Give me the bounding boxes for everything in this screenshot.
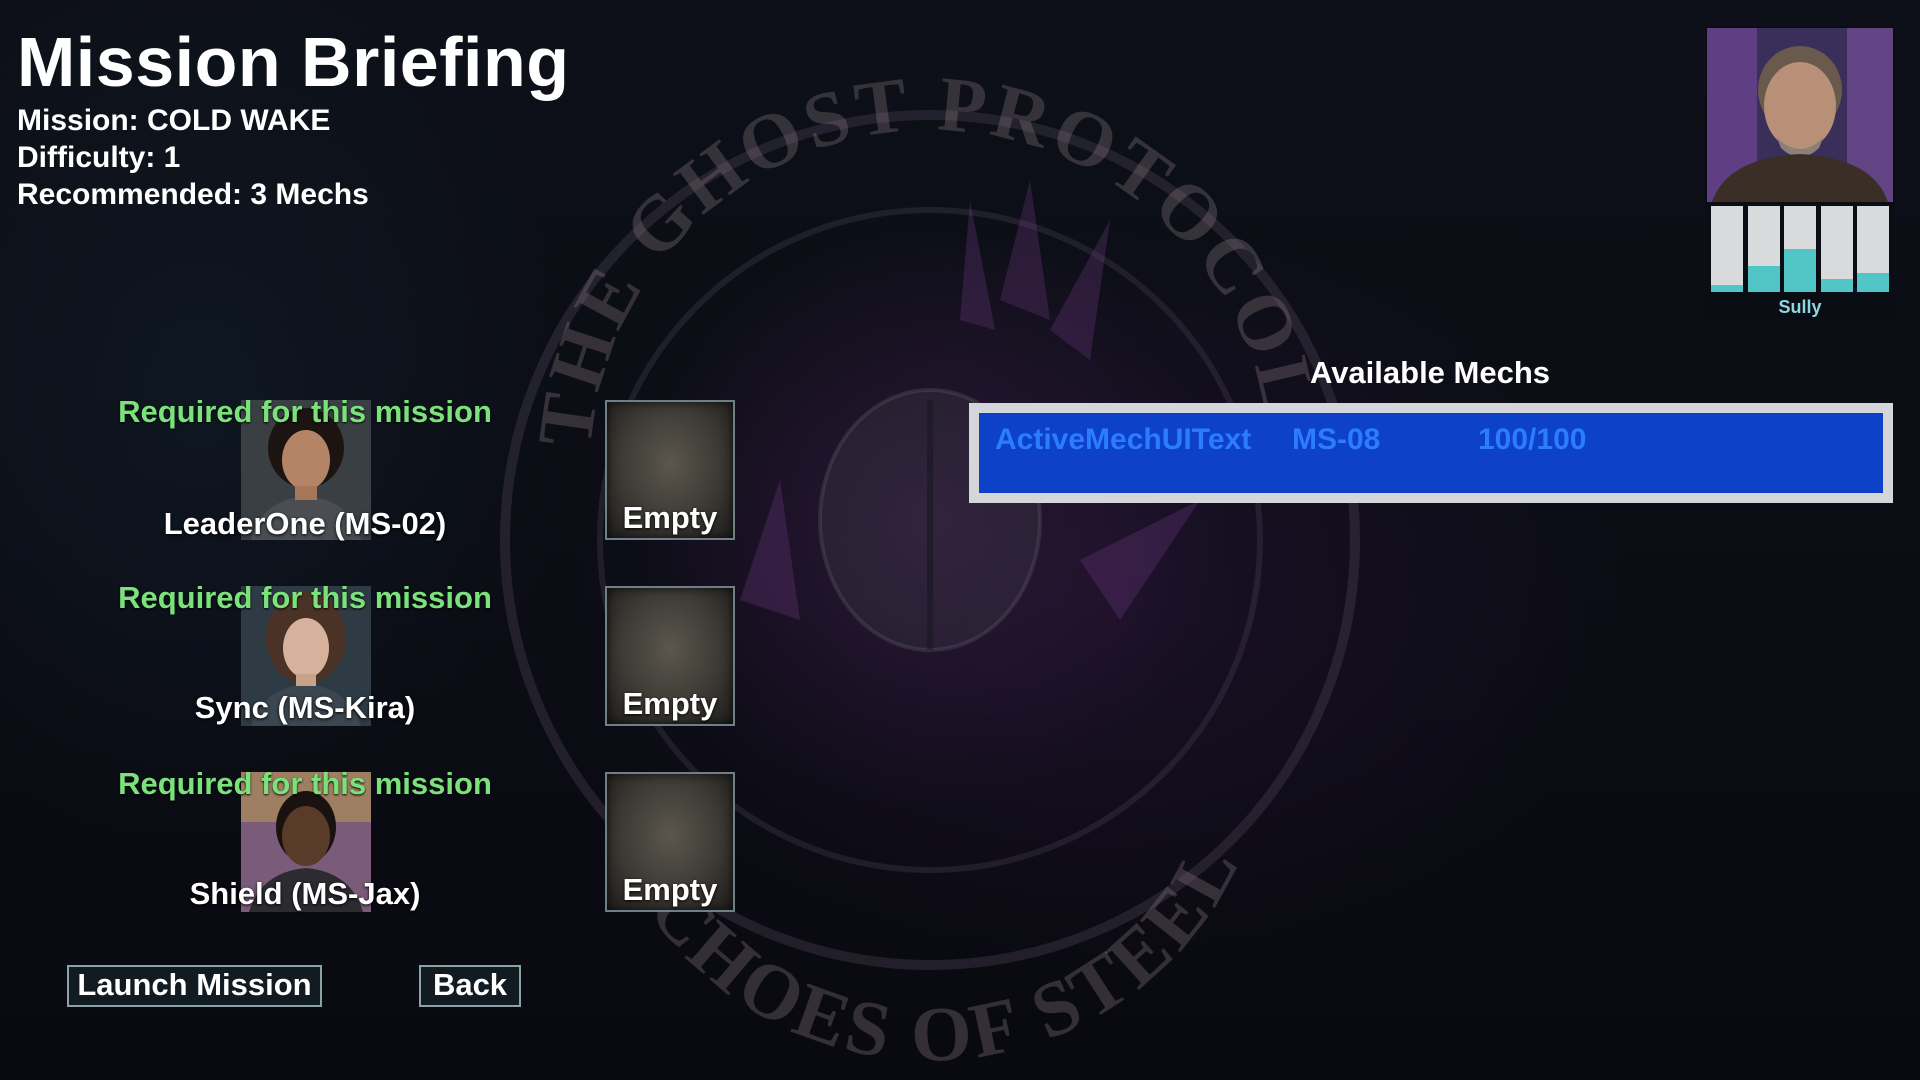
stat-bar-fill — [1784, 249, 1816, 292]
stat-bar — [1820, 206, 1853, 292]
page-title: Mission Briefing — [17, 23, 570, 101]
available-mechs-title: Available Mechs — [1309, 355, 1551, 390]
stat-bar-fill — [1820, 279, 1853, 292]
pilot-name-leaderone: LeaderOne (MS-02) — [163, 506, 447, 541]
mech-health: 100/100 — [1478, 423, 1587, 456]
pilot-name-shield: Shield (MS-Jax) — [189, 876, 421, 911]
stat-bar — [1857, 206, 1889, 292]
slot-label: Empty — [622, 872, 718, 907]
pilot-name-sync: Sync (MS-Kira) — [194, 690, 416, 725]
required-label: Required for this mission — [118, 766, 492, 801]
mech-row[interactable]: ActiveMechUIText MS-08 100/100 — [979, 413, 1883, 493]
back-button[interactable]: Back — [419, 965, 521, 1007]
difficulty-label: Difficulty: 1 — [17, 141, 181, 174]
launch-mission-button[interactable]: Launch Mission — [67, 965, 322, 1007]
mech-slot-3[interactable]: Empty — [605, 772, 735, 912]
stat-bar — [1747, 206, 1780, 292]
stat-bar-fill — [1711, 285, 1743, 292]
mech-name: ActiveMechUIText — [995, 423, 1252, 456]
required-label: Required for this mission — [118, 394, 492, 429]
recommended-label: Recommended: 3 Mechs — [17, 178, 369, 211]
commander-stat-bars — [1711, 206, 1889, 292]
commander-panel: Sully — [1705, 26, 1895, 324]
slot-label: Empty — [622, 500, 718, 535]
commander-portrait — [1707, 28, 1893, 202]
commander-name: Sully — [1778, 297, 1822, 317]
mech-slot-2[interactable]: Empty — [605, 586, 735, 726]
mission-name: Mission: COLD WAKE — [17, 104, 331, 137]
slot-label: Empty — [622, 686, 718, 721]
available-mechs-list: ActiveMechUIText MS-08 100/100 — [969, 403, 1893, 503]
stat-bar-fill — [1747, 266, 1780, 292]
required-label: Required for this mission — [118, 580, 492, 615]
mech-id: MS-08 — [1292, 423, 1381, 456]
stat-bar-fill — [1857, 273, 1889, 292]
stat-bar — [1711, 206, 1743, 292]
mech-slot-1[interactable]: Empty — [605, 400, 735, 540]
stat-bar — [1784, 206, 1816, 292]
